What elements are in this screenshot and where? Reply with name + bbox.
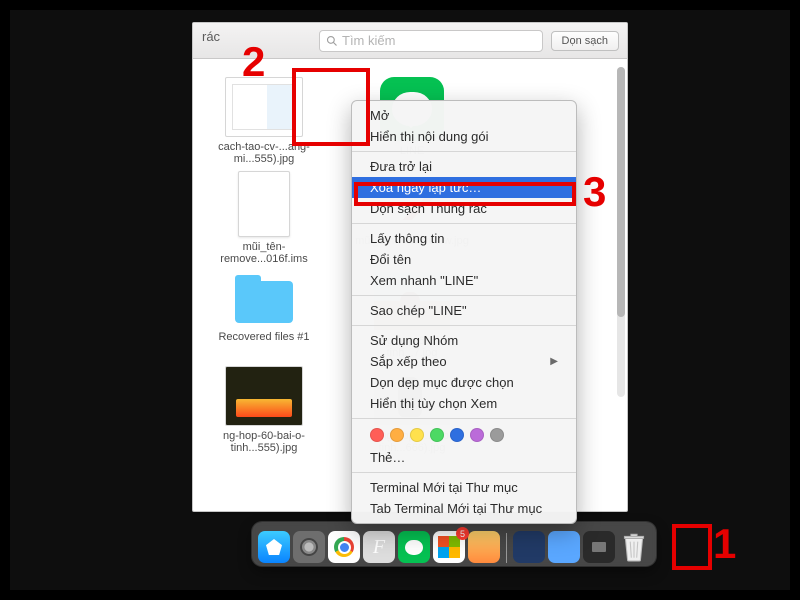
tag-green[interactable] xyxy=(430,428,444,442)
menu-separator xyxy=(352,223,576,224)
menu-item-show-package-contents[interactable]: Hiển thị nội dung gói xyxy=(352,126,576,147)
dock-minimized-window[interactable] xyxy=(583,531,615,563)
window-title-fragment: rác xyxy=(202,29,220,44)
dock-chrome-icon[interactable] xyxy=(328,531,360,563)
dock: 5 xyxy=(252,522,656,566)
menu-item-new-terminal-tab-at-folder[interactable]: Tab Terminal Mới tại Thư mục xyxy=(352,498,576,519)
menu-item-put-back[interactable]: Đưa trở lại xyxy=(352,156,576,177)
file-label: Recovered files #1 xyxy=(205,331,323,343)
search-placeholder: Tìm kiếm xyxy=(342,33,395,48)
menu-item-quick-look[interactable]: Xem nhanh "LINE" xyxy=(352,270,576,291)
menu-item-sort-by[interactable]: Sắp xếp theo▶ xyxy=(352,351,576,372)
trash-icon xyxy=(621,532,647,562)
tag-orange[interactable] xyxy=(390,428,404,442)
annotation-number-1: 1 xyxy=(713,520,736,568)
vertical-scrollbar[interactable] xyxy=(617,67,625,397)
screenshot-stage: rác Tìm kiếm Dọn sạch cach-tao-cv-...ang… xyxy=(10,10,790,590)
menu-item-use-groups[interactable]: Sử dụng Nhóm xyxy=(352,330,576,351)
menu-item-new-terminal-at-folder[interactable]: Terminal Mới tại Thư mục xyxy=(352,477,576,498)
annotation-number-3: 3 xyxy=(583,168,606,216)
menu-separator xyxy=(352,472,576,473)
menu-separator xyxy=(352,325,576,326)
notification-badge: 5 xyxy=(456,527,469,540)
dock-app-generic-icon[interactable] xyxy=(468,531,500,563)
search-icon xyxy=(326,35,338,47)
dock-line-icon[interactable] xyxy=(398,531,430,563)
annotation-box-2 xyxy=(292,68,370,146)
dock-app-store-icon[interactable] xyxy=(258,531,290,563)
file-label: ng-hop-60-bai-o-tinh...555).jpg xyxy=(205,430,323,454)
menu-item-rename[interactable]: Đổi tên xyxy=(352,249,576,270)
search-input[interactable]: Tìm kiếm xyxy=(319,30,543,52)
annotation-box-1 xyxy=(672,524,712,570)
tag-color-row xyxy=(352,423,576,447)
annotation-box-3 xyxy=(354,182,576,206)
file-label: mũi_tên-remove...016f.ims xyxy=(205,241,323,265)
submenu-arrow-icon: ▶ xyxy=(550,356,558,367)
tag-purple[interactable] xyxy=(470,428,484,442)
tag-red[interactable] xyxy=(370,428,384,442)
file-item[interactable]: mũi_tên-remove...016f.ims xyxy=(205,171,323,265)
menu-separator xyxy=(352,151,576,152)
file-thumbnail xyxy=(225,366,303,426)
file-item-folder[interactable]: Recovered files #1 xyxy=(205,271,323,359)
menu-separator xyxy=(352,418,576,419)
menu-item-show-view-options[interactable]: Hiển thị tùy chọn Xem xyxy=(352,393,576,414)
tag-blue[interactable] xyxy=(450,428,464,442)
dock-minimized-window[interactable] xyxy=(513,531,545,563)
menu-item-copy[interactable]: Sao chép "LINE" xyxy=(352,300,576,321)
dock-system-preferences-icon[interactable] xyxy=(293,531,325,563)
menu-item-clean-up-selection[interactable]: Dọn dẹp mục được chọn xyxy=(352,372,576,393)
file-item[interactable]: ng-hop-60-bai-o-tinh...555).jpg xyxy=(205,366,323,454)
dock-trash-icon[interactable] xyxy=(618,531,650,563)
dock-fontbook-icon[interactable] xyxy=(363,531,395,563)
context-menu: Mở Hiển thị nội dung gói Đưa trở lại Xóa… xyxy=(351,100,577,524)
dock-minimized-window[interactable] xyxy=(548,531,580,563)
menu-item-get-info[interactable]: Lấy thông tin xyxy=(352,228,576,249)
tag-yellow[interactable] xyxy=(410,428,424,442)
folder-icon xyxy=(225,271,303,327)
dock-microsoft-icon[interactable]: 5 xyxy=(433,531,465,563)
dock-divider xyxy=(506,533,507,563)
file-thumbnail xyxy=(238,171,290,237)
menu-separator xyxy=(352,295,576,296)
annotation-number-2: 2 xyxy=(242,38,265,86)
tag-gray[interactable] xyxy=(490,428,504,442)
menu-item-open[interactable]: Mở xyxy=(352,105,576,126)
menu-item-tags[interactable]: Thẻ… xyxy=(352,447,576,468)
empty-trash-button[interactable]: Dọn sạch xyxy=(551,31,619,51)
